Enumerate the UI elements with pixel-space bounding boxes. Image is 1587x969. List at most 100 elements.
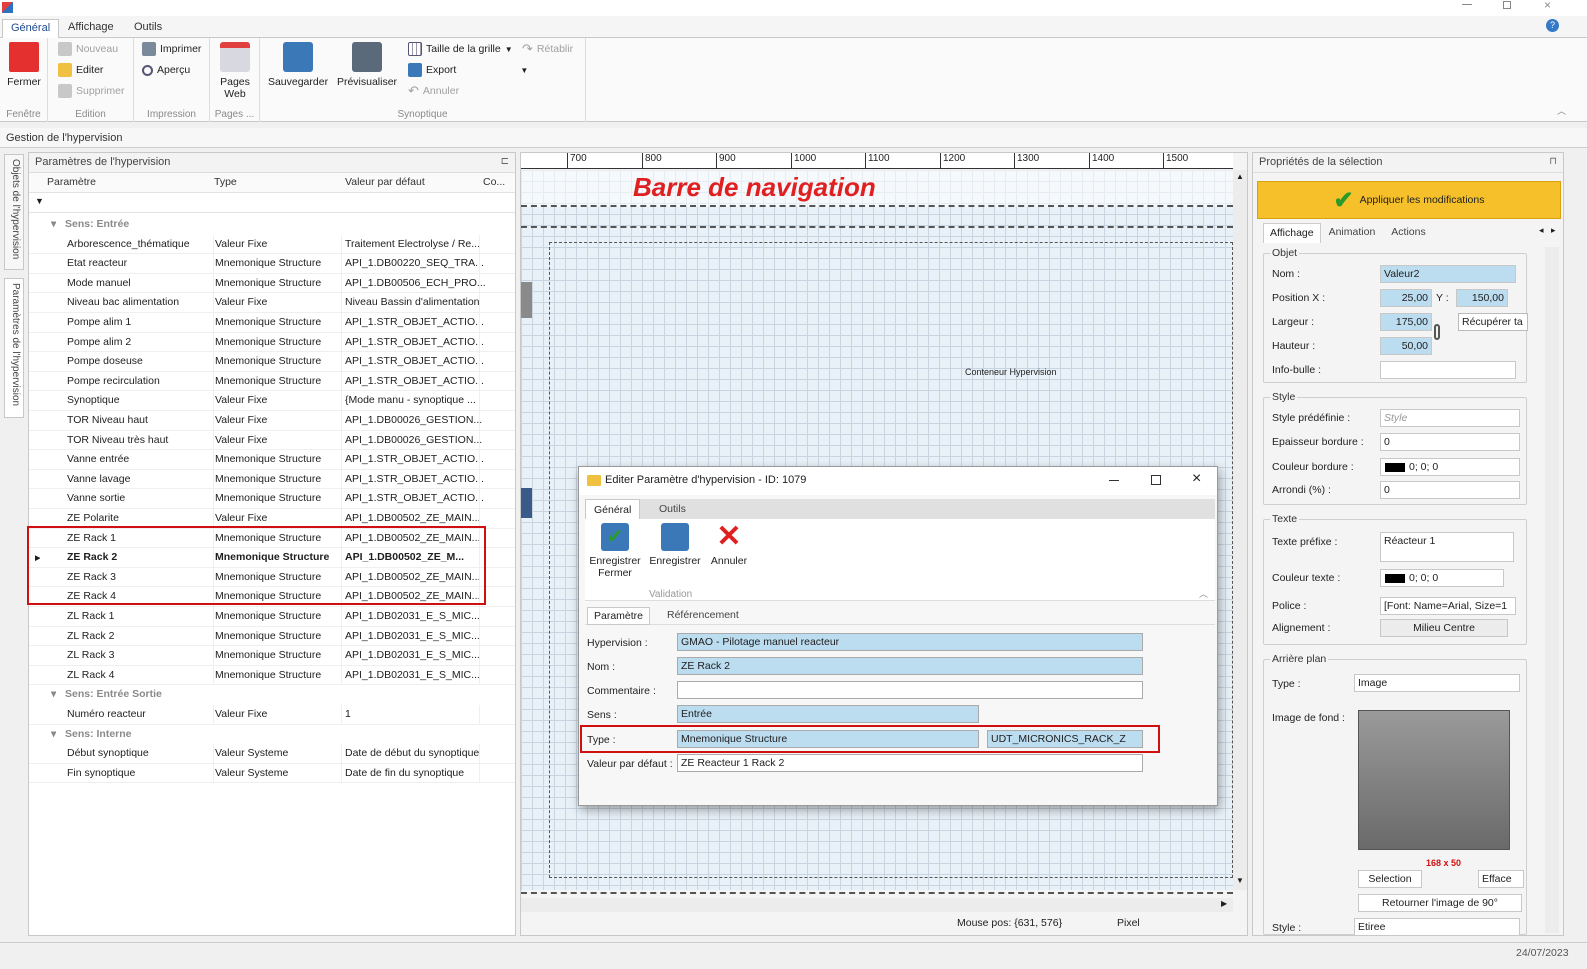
table-row[interactable]: Mode manuel Mnemonique Structure API_1.DB0… <box>29 273 515 294</box>
table-row[interactable]: Vanne sortie Mnemonique Structure API_1.ST… <box>29 489 515 509</box>
grid-size-button[interactable]: Taille de la grille ▼ <box>408 40 513 58</box>
table-row[interactable]: Arborescence_thématique Valeur Fixe Traite… <box>29 234 515 255</box>
scroll-right-icon[interactable]: ▶ <box>1221 899 1227 908</box>
chain-link-icon[interactable] <box>1434 324 1440 340</box>
export-button[interactable]: Export ▼ <box>408 61 528 79</box>
subtab-parametre[interactable]: Paramètre <box>587 607 651 625</box>
props-scrollbar[interactable] <box>1545 247 1559 933</box>
group-header[interactable]: ▾ Sens: Interne <box>29 725 515 745</box>
table-row[interactable]: ZL Rack 1 Mnemonique Structure API_1.DB020… <box>29 607 515 627</box>
apply-button[interactable]: ✔ Appliquer les modifications <box>1257 181 1561 219</box>
table-row[interactable]: Vanne entrée Mnemonique Structure API_1.ST… <box>29 450 515 470</box>
sens-select[interactable]: Entrée <box>677 705 979 723</box>
tab-affichage[interactable]: Affichage <box>60 19 122 38</box>
col-type[interactable]: Type <box>214 176 237 188</box>
pin-icon[interactable]: ⊓ <box>1549 156 1557 167</box>
tab-outils[interactable]: Outils <box>126 19 170 38</box>
table-row[interactable]: Synoptique Valeur Fixe {Mode manu - synopt… <box>29 391 515 411</box>
table-row[interactable]: Niveau bac alimentation Valeur Fixe Niveau… <box>29 293 515 313</box>
horizontal-scrollbar[interactable]: ▶ <box>521 898 1233 912</box>
tab-general[interactable]: Général <box>2 19 60 38</box>
expand-icon[interactable]: ▾ <box>51 728 56 740</box>
tab-actions[interactable]: Actions <box>1383 223 1433 243</box>
bg-type-select[interactable]: Image <box>1354 674 1520 692</box>
group-header[interactable]: ▾ Sens: Entrée Sortie <box>29 685 515 705</box>
table-row[interactable]: ZL Rack 4 Mnemonique Structure API_1.DB020… <box>29 665 515 686</box>
expand-icon[interactable]: ▾ <box>51 218 56 230</box>
largeur-field[interactable]: 175,00 <box>1380 313 1432 331</box>
dialog-save-button[interactable]: Enregistrer <box>647 523 703 567</box>
prefix-field[interactable]: Réacteur 1 <box>1380 532 1514 562</box>
print-button[interactable]: Imprimer <box>142 40 201 58</box>
scroll-down-icon[interactable]: ▼ <box>1236 876 1244 885</box>
save-close-button[interactable]: ✔ Enregistrer Fermer <box>587 523 643 579</box>
table-row[interactable]: Fin synoptique Valeur Systeme Date de fin … <box>29 763 515 784</box>
dialog-tab-outils[interactable]: Outils <box>651 499 694 519</box>
subtab-referencement[interactable]: Référencement <box>661 607 745 623</box>
table-row[interactable]: Pompe doseuse Mnemonique Structure API_1.S… <box>29 352 515 372</box>
tab-scroll-right-icon[interactable]: ▸ <box>1551 225 1556 236</box>
table-row[interactable]: Numéro reacteur Valeur Fixe 1 <box>29 705 515 725</box>
cancel-ribbon-button[interactable]: ↶ Annuler <box>408 82 459 100</box>
arrondi-field[interactable]: 0 <box>1380 481 1520 499</box>
hypervision-field[interactable]: GMAO - Pilotage manuel reacteur <box>677 633 1143 651</box>
close-icon[interactable]: × <box>1544 0 1551 12</box>
bg-style-select[interactable]: Etiree <box>1354 918 1520 936</box>
selected-object[interactable] <box>521 282 532 318</box>
hauteur-field[interactable]: 50,00 <box>1380 337 1432 355</box>
delete-button[interactable]: Supprimer <box>58 82 124 100</box>
table-row[interactable]: ZL Rack 3 Mnemonique Structure API_1.DB020… <box>29 646 515 666</box>
tab-scroll-left-icon[interactable]: ◂ <box>1539 225 1544 236</box>
selection-button[interactable]: Selection <box>1358 870 1422 888</box>
epaisseur-field[interactable]: 0 <box>1380 433 1520 451</box>
sidetab-objets[interactable]: Objets de l'hypervision <box>4 154 24 270</box>
police-field[interactable]: [Font: Name=Arial, Size=1 <box>1380 597 1516 615</box>
redo-button[interactable]: ↷ Rétablir <box>522 40 573 58</box>
collapse-ribbon-icon[interactable]: ︿ <box>1557 104 1566 117</box>
minimize-icon[interactable] <box>1462 4 1472 5</box>
y-field[interactable]: 150,00 <box>1456 289 1508 307</box>
maximize-icon[interactable] <box>1151 475 1161 485</box>
table-row[interactable]: ZL Rack 2 Mnemonique Structure API_1.DB020… <box>29 626 515 647</box>
sidetab-parametres[interactable]: Paramètres de l'hypervision <box>4 278 24 418</box>
col-parametre[interactable]: Paramètre <box>47 176 96 188</box>
new-button[interactable]: Nouveau <box>58 40 118 58</box>
dialog-cancel-button[interactable]: ✕ Annuler <box>707 522 751 568</box>
restore-icon[interactable] <box>1503 1 1511 9</box>
col-co[interactable]: Co... <box>483 176 505 188</box>
selected-object[interactable] <box>521 488 532 518</box>
table-row[interactable]: Etat reacteur Mnemonique Structure API_1.D… <box>29 254 515 274</box>
default-field[interactable]: ZE Reacteur 1 Rack 2 <box>677 754 1143 772</box>
rotate-button[interactable]: Retourner l'image de 90° <box>1358 894 1522 912</box>
col-valeur[interactable]: Valeur par défaut <box>345 176 425 188</box>
comment-field[interactable] <box>677 681 1143 699</box>
preview-button[interactable]: Prévisualiser <box>334 42 400 88</box>
close-icon[interactable]: × <box>1192 470 1201 488</box>
close-button[interactable]: Fermer <box>4 42 44 88</box>
help-icon[interactable]: ? <box>1546 19 1559 32</box>
info-field[interactable] <box>1380 361 1516 379</box>
expand-icon[interactable]: ▾ <box>51 688 56 700</box>
dialog-tab-general[interactable]: Général <box>585 499 641 520</box>
table-row[interactable]: TOR Niveau haut Valeur Fixe API_1.DB00026_… <box>29 411 515 431</box>
tab-animation[interactable]: Animation <box>1321 223 1384 243</box>
table-row[interactable]: Pompe recirculation Mnemonique Structure A… <box>29 371 515 392</box>
table-row[interactable]: Pompe alim 2 Mnemonique Structure API_1.ST… <box>29 332 515 353</box>
align-select[interactable]: Milieu Centre <box>1380 619 1508 637</box>
tab-affichage[interactable]: Affichage <box>1263 223 1321 243</box>
posx-field[interactable]: 25,00 <box>1380 289 1432 307</box>
edit-button[interactable]: Editer <box>58 61 103 79</box>
minimize-icon[interactable] <box>1109 480 1119 481</box>
table-row[interactable]: Vanne lavage Mnemonique Structure API_1.ST… <box>29 469 515 490</box>
collapse-icon[interactable]: ︿ <box>1199 587 1208 600</box>
group-header[interactable]: ▾ Sens: Entrée <box>29 215 515 235</box>
predef-field[interactable]: Style <box>1380 409 1520 427</box>
preview-small-button[interactable]: Aperçu <box>142 61 190 79</box>
scroll-up-icon[interactable]: ▲ <box>1236 172 1244 181</box>
filter-row[interactable]: ▼ <box>29 193 515 213</box>
nav-bar-area[interactable] <box>521 170 1233 207</box>
efface-button[interactable]: Efface <box>1478 870 1524 888</box>
table-row[interactable]: TOR Niveau très haut Valeur Fixe API_1.DB0… <box>29 430 515 451</box>
pages-web-button[interactable]: Pages Web <box>215 42 255 100</box>
vertical-scrollbar[interactable]: ▲ ▼ <box>1233 170 1247 890</box>
